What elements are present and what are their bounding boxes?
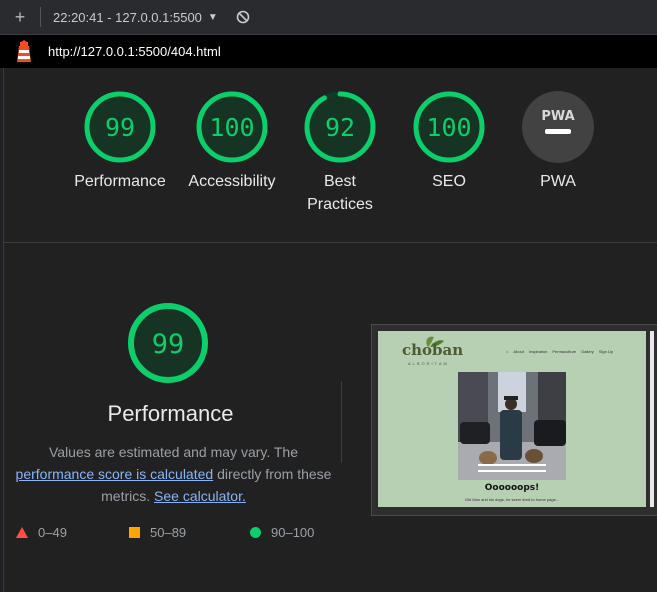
performance-section: 99 Performance Values are estimated and …	[4, 243, 657, 592]
legend-pass: 90–100	[250, 525, 314, 540]
triangle-icon	[16, 527, 28, 538]
pwa-badge-icon: PWA	[522, 91, 594, 163]
gauge-seo[interactable]: 100 SEO	[394, 90, 504, 193]
error-subtext: Old Man and his dogs, he seem tired to h…	[464, 497, 560, 502]
site-logo: choban	[402, 341, 464, 359]
report-session-label: 22:20:41 - 127.0.0.1:5500	[53, 9, 202, 25]
see-calculator-link[interactable]: See calculator.	[154, 488, 246, 504]
gauge-accessibility[interactable]: 100 Accessibility	[177, 90, 287, 193]
pwa-badge-text: PWA	[541, 109, 574, 124]
site-nav: ⌂ About Inspiration Permaculture Gallery…	[506, 349, 613, 354]
block-icon[interactable]	[236, 10, 250, 24]
gauge-label: Performance	[74, 173, 166, 190]
gauge-label: Accessibility	[188, 173, 276, 190]
square-icon	[129, 527, 140, 538]
gauge-score: 92	[325, 113, 355, 142]
page-screenshot-thumbnail[interactable]: choban ALBORITAM ⌂ About Inspiration Per…	[371, 324, 657, 516]
plus-icon[interactable]: +	[0, 7, 40, 28]
toolbar-divider	[40, 7, 41, 27]
description-text: Values are estimated and may vary. The	[48, 444, 298, 460]
nav-item: Inspiration	[528, 349, 548, 354]
gauge-label: PWA	[540, 173, 576, 190]
circle-icon	[250, 527, 261, 538]
score-gauges: 99 Performance 100 Accessibility 92 Best…	[4, 68, 657, 242]
nav-item: Permaculture	[552, 349, 577, 354]
devtools-top-bar: + 22:20:41 - 127.0.0.1:5500 ▼	[0, 0, 657, 35]
legend-range: 50–89	[150, 525, 187, 540]
nav-item: Gallery	[581, 349, 594, 354]
legend-average: 50–89	[129, 525, 186, 540]
site-logo-sub: ALBORITAM	[408, 361, 449, 366]
report-session-select[interactable]: 22:20:41 - 127.0.0.1:5500 ▼	[53, 10, 218, 25]
thumbnail-scrollbar	[650, 331, 654, 507]
performance-description: Values are estimated and may vary. The p…	[10, 441, 337, 507]
page-screenshot: choban ALBORITAM ⌂ About Inspiration Per…	[378, 331, 646, 507]
old-man-dogs-image	[458, 372, 566, 480]
lighthouse-report: 99 Performance 100 Accessibility 92 Best…	[3, 68, 657, 592]
vertical-divider	[341, 381, 342, 463]
score-legend: 0–49 50–89 90–100	[4, 525, 344, 545]
report-url: http://127.0.0.1:5500/404.html	[48, 44, 221, 59]
gauge-score: 100	[426, 113, 471, 142]
gauge-label: Best Practices	[307, 173, 373, 213]
lighthouse-icon	[17, 39, 31, 62]
nav-item: About	[513, 349, 524, 354]
performance-title: Performance	[107, 401, 234, 426]
legend-range: 90–100	[271, 525, 315, 540]
caret-down-icon: ▼	[207, 11, 218, 23]
legend-fail: 0–49	[16, 525, 67, 540]
gauge-pwa[interactable]: PWA PWA	[503, 90, 613, 193]
gauge-performance[interactable]: 99 Performance	[65, 90, 175, 193]
gauge-best-practices[interactable]: 92 Best Practices	[285, 90, 395, 216]
report-url-bar: http://127.0.0.1:5500/404.html	[0, 35, 657, 68]
nav-item: Sign Up	[598, 349, 614, 354]
performance-big-score: 99	[152, 329, 185, 360]
performance-score-link[interactable]: performance score is calculated	[16, 466, 214, 482]
gauge-score: 99	[105, 113, 135, 142]
gauge-label: SEO	[432, 173, 466, 190]
error-heading: Oooooops!	[484, 483, 540, 493]
home-icon: ⌂	[506, 349, 509, 354]
performance-big-gauge: 99	[126, 301, 210, 390]
legend-range: 0–49	[38, 525, 67, 540]
gauge-score: 100	[209, 113, 254, 142]
